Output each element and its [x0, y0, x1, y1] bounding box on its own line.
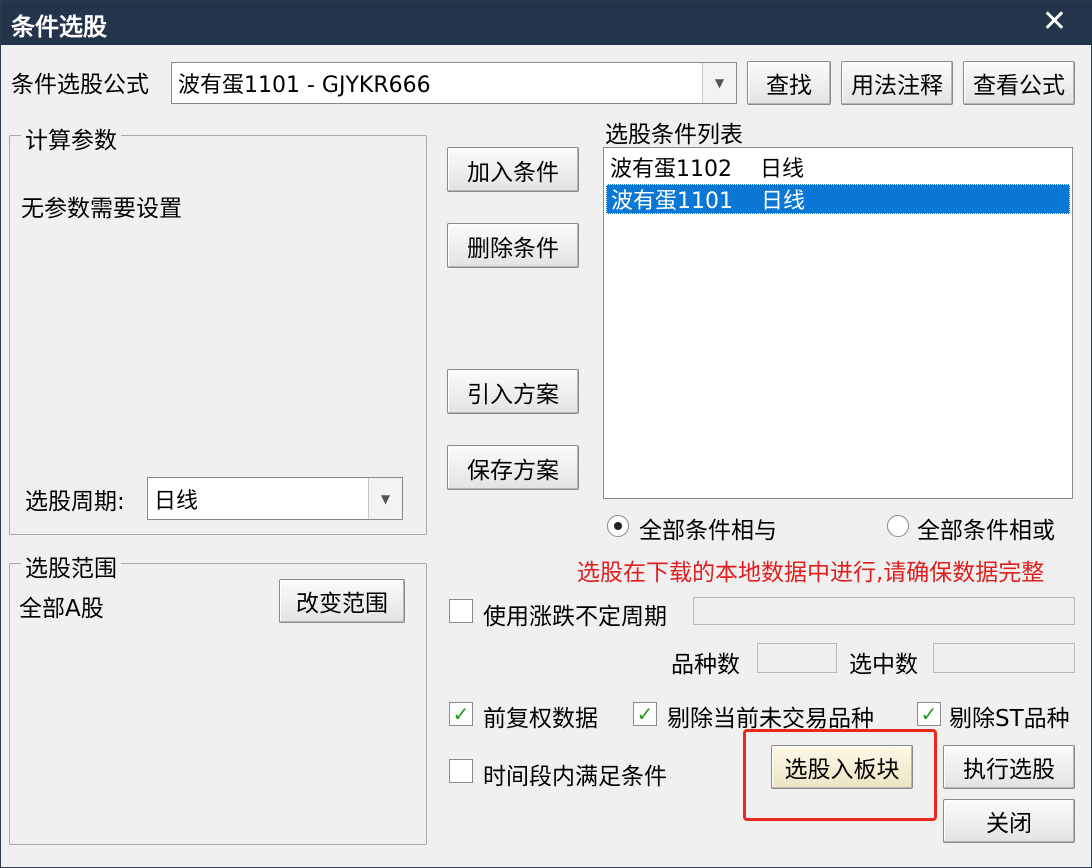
selected-count-field — [933, 643, 1075, 673]
prerights-checkbox[interactable]: ✓ — [449, 702, 473, 726]
formula-value: 波有蛋1101 - GJYKR666 — [178, 73, 431, 98]
list-item[interactable]: 波有蛋1102 日线 — [606, 152, 1070, 182]
count-label: 品种数 — [671, 652, 740, 678]
condition-period: 日线 — [760, 189, 805, 214]
variable-period-label: 使用涨跌不定周期 — [483, 604, 667, 630]
variable-period-field[interactable] — [693, 597, 1075, 625]
formula-label: 条件选股公式 — [11, 72, 149, 98]
and-label: 全部条件相与 — [639, 518, 777, 544]
time-window-checkbox[interactable] — [449, 759, 473, 783]
time-window-label: 时间段内满足条件 — [483, 764, 667, 790]
no-params-message: 无参数需要设置 — [21, 196, 182, 222]
close-button[interactable]: 关闭 — [943, 799, 1075, 843]
import-scheme-button[interactable]: 引入方案 — [447, 369, 579, 414]
prerights-label: 前复权数据 — [483, 706, 598, 732]
exclude-st-label: 剔除ST品种 — [949, 706, 1070, 732]
condition-stock-picker-dialog: 条件选股 ✕ 条件选股公式 波有蛋1101 - GJYKR666 ▼ 查找 用法… — [0, 0, 1092, 868]
change-range-button[interactable]: 改变范围 — [279, 579, 405, 623]
chevron-down-icon[interactable]: ▼ — [368, 478, 402, 519]
radio-dot-icon — [614, 522, 622, 530]
local-data-warning: 选股在下载的本地数据中进行,请确保数据完整 — [577, 560, 1045, 586]
delete-condition-button[interactable]: 删除条件 — [447, 223, 579, 268]
exclude-untraded-checkbox[interactable]: ✓ — [633, 702, 657, 726]
condition-name: 波有蛋1102 — [610, 157, 732, 182]
chevron-down-icon[interactable]: ▼ — [702, 63, 736, 103]
exclude-untraded-label: 剔除当前未交易品种 — [667, 706, 874, 732]
find-button[interactable]: 查找 — [747, 61, 831, 105]
or-label: 全部条件相或 — [917, 518, 1055, 544]
range-value: 全部A股 — [19, 596, 104, 622]
calc-params-title: 计算参数 — [21, 121, 121, 155]
title-bar[interactable]: 条件选股 ✕ — [1, 1, 1092, 45]
close-icon[interactable]: ✕ — [1042, 4, 1067, 40]
add-condition-button[interactable]: 加入条件 — [447, 147, 579, 192]
condition-name: 波有蛋1101 — [611, 189, 733, 214]
view-formula-button[interactable]: 查看公式 — [963, 61, 1075, 105]
formula-select[interactable]: 波有蛋1101 - GJYKR666 ▼ — [171, 62, 737, 104]
save-scheme-button[interactable]: 保存方案 — [447, 445, 579, 490]
period-select[interactable]: 日线 ▼ — [147, 477, 403, 520]
window-title: 条件选股 — [11, 13, 107, 41]
condition-period: 日线 — [759, 157, 804, 182]
variable-period-checkbox[interactable] — [449, 599, 473, 623]
add-to-block-button[interactable]: 选股入板块 — [771, 745, 913, 789]
count-field — [757, 643, 837, 673]
or-radio[interactable] — [887, 515, 909, 537]
condition-list[interactable]: 波有蛋1102 日线 波有蛋1101 日线 — [603, 147, 1073, 499]
list-item-selected[interactable]: 波有蛋1101 日线 — [606, 184, 1070, 214]
exclude-st-checkbox[interactable]: ✓ — [917, 702, 941, 726]
execute-pick-button[interactable]: 执行选股 — [943, 745, 1075, 789]
condition-list-title: 选股条件列表 — [605, 122, 743, 148]
period-label: 选股周期: — [25, 489, 125, 515]
selected-count-label: 选中数 — [849, 652, 918, 678]
period-value: 日线 — [154, 488, 199, 514]
range-title: 选股范围 — [21, 549, 121, 583]
usage-notes-button[interactable]: 用法注释 — [841, 61, 953, 105]
and-radio[interactable] — [607, 515, 629, 537]
